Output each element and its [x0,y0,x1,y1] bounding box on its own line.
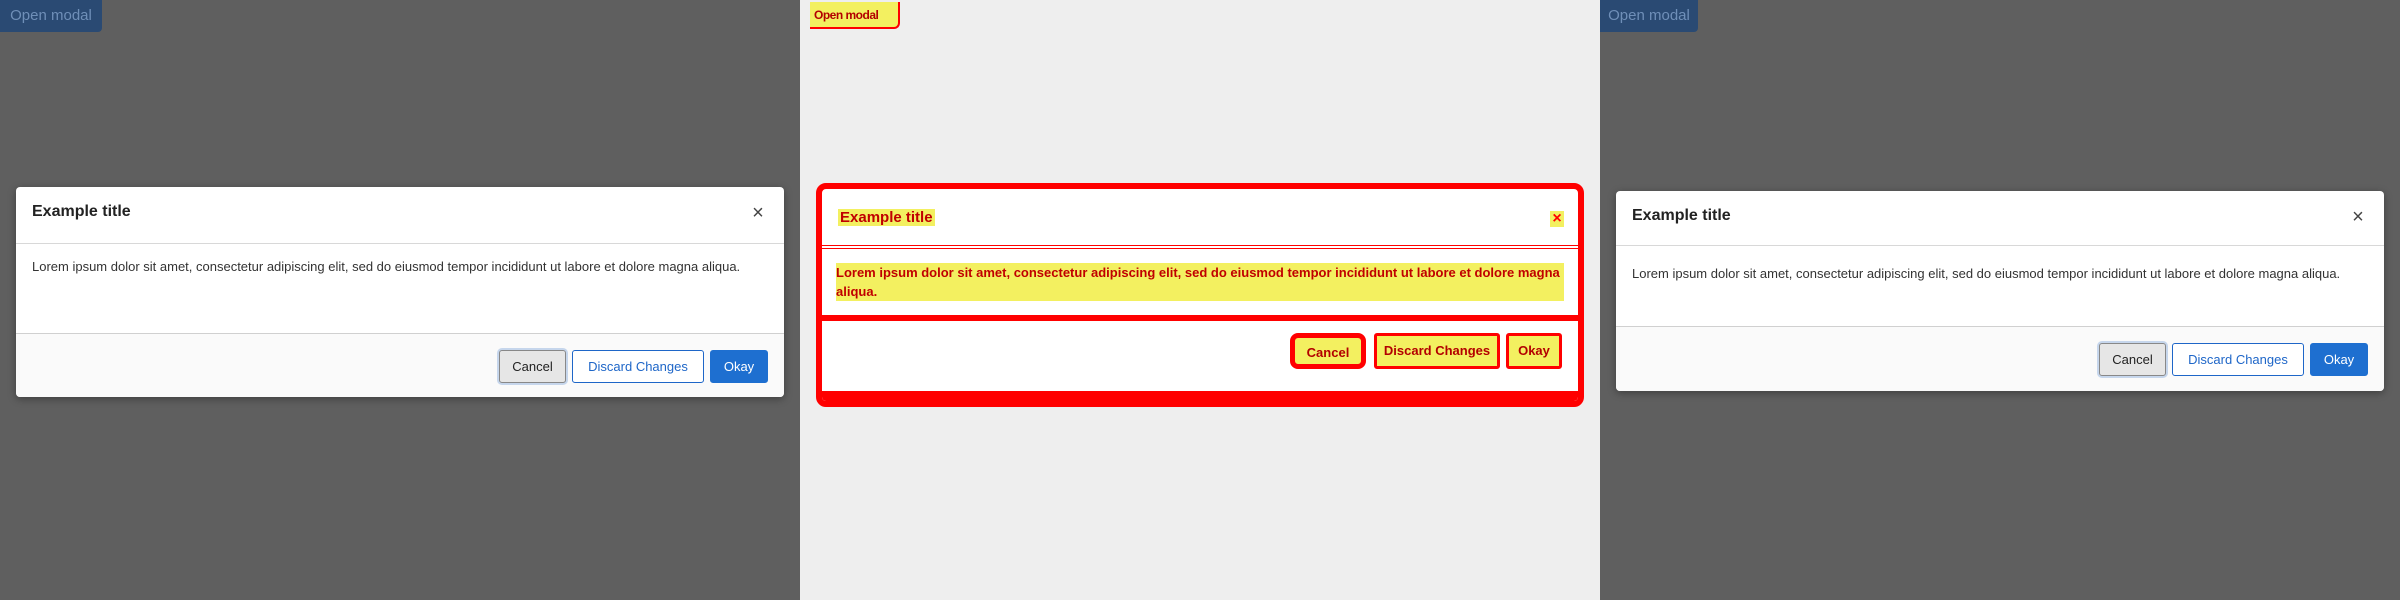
modal-title: Example title [838,209,935,226]
open-modal-button[interactable]: Open modal [1600,0,1698,32]
open-modal-button[interactable]: Open modal [0,0,102,32]
modal-dialog: Example title × Lorem ipsum dolor sit am… [816,183,1584,407]
modal-body: Lorem ipsum dolor sit amet, consectetur … [836,263,1564,301]
cancel-button[interactable]: Cancel [1290,333,1366,369]
modal-header: Example title × [16,187,784,244]
discard-changes-button[interactable]: Discard Changes [2172,343,2304,376]
modal-dialog: Example title × Lorem ipsum dolor sit am… [16,187,784,397]
panel-diff: Open modal Example title × Lorem ipsum d… [800,0,1600,600]
modal-dialog: Example title × Lorem ipsum dolor sit am… [1616,191,2384,391]
close-icon[interactable]: × [1550,211,1564,227]
open-modal-button[interactable]: Open modal [810,2,900,29]
modal-title: Example title [1632,207,1731,224]
modal-footer: Cancel Discard Changes Okay [822,315,1578,401]
okay-button[interactable]: Okay [1506,333,1562,369]
modal-title: Example title [32,203,131,220]
close-icon[interactable]: × [2344,203,2372,231]
discard-changes-button[interactable]: Discard Changes [572,350,704,383]
modal-body: Lorem ipsum dolor sit amet, consectetur … [32,259,741,274]
modal-header: Example title × [822,189,1578,249]
modal-footer: Cancel Discard Changes Okay [16,333,784,397]
modal-footer: Cancel Discard Changes Okay [1616,326,2384,391]
okay-button[interactable]: Okay [710,350,768,383]
modal-header: Example title × [1616,191,2384,246]
cancel-button[interactable]: Cancel [499,350,566,383]
okay-button[interactable]: Okay [2310,343,2368,376]
panel-actual: Open modal Example title × Lorem ipsum d… [1600,0,2400,600]
discard-changes-button[interactable]: Discard Changes [1374,333,1500,369]
cancel-button[interactable]: Cancel [2099,343,2166,376]
panel-expected: Open modal Example title × Lorem ipsum d… [0,0,800,600]
modal-body: Lorem ipsum dolor sit amet, consectetur … [1632,266,2341,281]
close-icon[interactable]: × [744,199,772,227]
